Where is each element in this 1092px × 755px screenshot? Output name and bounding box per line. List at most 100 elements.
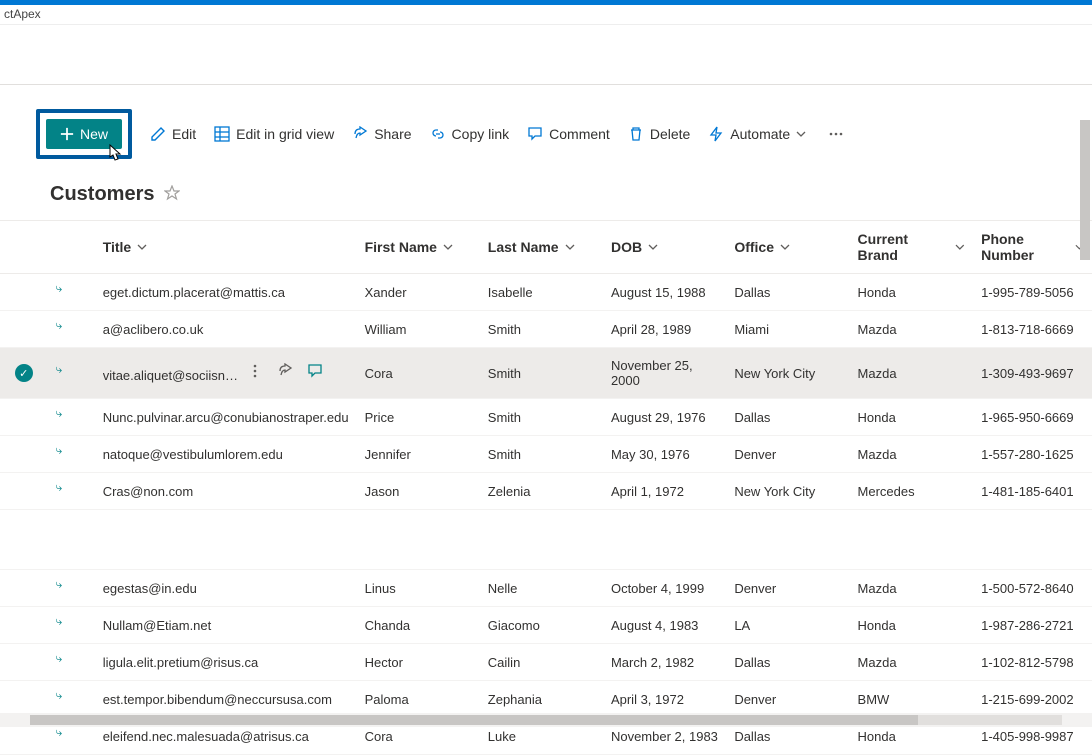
grid-icon: [214, 126, 230, 142]
edit-button[interactable]: Edit: [150, 126, 196, 142]
cell-brand: Honda: [850, 399, 974, 436]
vertical-scrollbar[interactable]: [1080, 120, 1090, 260]
cell-first: William: [357, 311, 480, 348]
cell-dob: April 1, 1972: [603, 473, 726, 510]
table-row[interactable]: ⤷ Cras@non.comJasonZeleniaApril 1, 1972Ne…: [0, 473, 1092, 510]
row-selected-icon[interactable]: ✓: [15, 364, 33, 382]
customers-table: Title First Name Last Name DOB Office Cu…: [0, 220, 1092, 755]
cell-last: Smith: [480, 348, 603, 399]
automate-button[interactable]: Automate: [708, 126, 806, 142]
cell-brand: Mercedes: [850, 473, 974, 510]
row-share-button[interactable]: [277, 363, 293, 382]
chevron-down-icon: [955, 242, 965, 252]
column-header-last-name[interactable]: Last Name: [480, 221, 603, 274]
item-link-icon: ⤷: [56, 688, 63, 703]
cell-first: Hector: [357, 644, 480, 681]
cell-title[interactable]: eget.dictum.placerat@mattis.ca: [95, 274, 357, 311]
cell-title[interactable]: egestas@in.edu: [95, 570, 357, 607]
edit-grid-button[interactable]: Edit in grid view: [214, 126, 334, 142]
row-comment-button[interactable]: [307, 363, 323, 382]
cell-office: Denver: [726, 681, 849, 718]
cell-title[interactable]: est.tempor.bibendum@neccursusa.com: [95, 681, 357, 718]
cell-phone: 1-813-718-6669: [973, 311, 1092, 348]
new-button[interactable]: New: [46, 119, 122, 149]
cell-last: Isabelle: [480, 274, 603, 311]
row-more-button[interactable]: [247, 363, 263, 382]
cell-title[interactable]: ligula.elit.pretium@risus.ca: [95, 644, 357, 681]
edit-grid-label: Edit in grid view: [236, 126, 334, 142]
new-button-label: New: [80, 126, 108, 142]
list-title: Customers: [50, 183, 154, 206]
cell-dob: August 4, 1983: [603, 607, 726, 644]
table-row[interactable]: ⤷egestas@in.eduLinusNelleOctober 4, 1999…: [0, 570, 1092, 607]
delete-button[interactable]: Delete: [628, 126, 690, 142]
cell-first: Jennifer: [357, 436, 480, 473]
horizontal-scrollbar[interactable]: [0, 713, 1092, 727]
cell-office: Denver: [726, 436, 849, 473]
cell-dob: March 2, 1982: [603, 644, 726, 681]
column-header-dob[interactable]: DOB: [603, 221, 726, 274]
chevron-down-icon: [796, 129, 806, 139]
favorite-toggle[interactable]: [164, 185, 180, 204]
cell-first: Cora: [357, 348, 480, 399]
table-row[interactable]: ⤷a@aclibero.co.ukWilliamSmithApril 28, 1…: [0, 311, 1092, 348]
cell-phone: 1-102-812-5798: [973, 644, 1092, 681]
table-row[interactable]: ⤷est.tempor.bibendum@neccursusa.comPalom…: [0, 681, 1092, 718]
plus-icon: [60, 127, 74, 141]
table-row[interactable]: ⤷ligula.elit.pretium@risus.caHectorCaili…: [0, 644, 1092, 681]
table-row[interactable]: ⤷Nullam@Etiam.netChandaGiacomoAugust 4, …: [0, 607, 1092, 644]
cell-brand: BMW: [850, 681, 974, 718]
cell-phone: 1-500-572-8640: [973, 570, 1092, 607]
column-header-brand[interactable]: Current Brand: [850, 221, 974, 274]
cell-dob: May 30, 1976: [603, 436, 726, 473]
item-link-icon: ⤷: [56, 281, 63, 296]
cell-office: New York City: [726, 473, 849, 510]
table-row[interactable]: ⤷ Nunc.pulvinar.arcu@conubianostraper.edu…: [0, 399, 1092, 436]
table-row[interactable]: ⤷eget.dictum.placerat@mattis.caXanderIsa…: [0, 274, 1092, 311]
cell-dob: April 3, 1972: [603, 681, 726, 718]
copy-link-button[interactable]: Copy link: [430, 126, 510, 142]
item-link-icon: ⤷: [56, 362, 63, 377]
copy-link-label: Copy link: [452, 126, 510, 142]
cell-brand: Mazda: [850, 348, 974, 399]
cell-last: Giacomo: [480, 607, 603, 644]
breadcrumb: ctApex: [0, 5, 1092, 25]
automate-label: Automate: [730, 126, 790, 142]
chevron-down-icon: [137, 242, 147, 252]
cell-first: Jason: [357, 473, 480, 510]
cell-last: Smith: [480, 399, 603, 436]
share-button[interactable]: Share: [352, 126, 411, 142]
cell-office: Dallas: [726, 644, 849, 681]
table-row[interactable]: ✓⤷vitae.aliquet@sociisnato…CoraSmithNove…: [0, 348, 1092, 399]
item-link-icon: ⤷: [56, 480, 63, 495]
breadcrumb-text: ctApex: [4, 7, 41, 21]
cell-title[interactable]: natoque@vestibulumlorem.edu: [95, 436, 357, 473]
cell-title[interactable]: Nullam@Etiam.net: [95, 607, 357, 644]
cell-title[interactable]: vitae.aliquet@sociisnato…: [95, 348, 357, 399]
column-header-first-name[interactable]: First Name: [357, 221, 480, 274]
cell-title[interactable]: Nunc.pulvinar.arcu@conubianostraper.edu: [95, 399, 357, 436]
cell-last: Zelenia: [480, 473, 603, 510]
item-link-icon: ⤷: [56, 614, 63, 629]
more-actions-button[interactable]: [824, 122, 848, 146]
column-header-office[interactable]: Office: [726, 221, 849, 274]
column-header-title[interactable]: Title: [95, 221, 357, 274]
cell-first: Price: [357, 399, 480, 436]
cell-title[interactable]: a@aclibero.co.uk: [95, 311, 357, 348]
cell-title[interactable]: Cras@non.com: [95, 473, 357, 510]
cell-dob: October 4, 1999: [603, 570, 726, 607]
column-header-phone[interactable]: Phone Number: [973, 221, 1092, 274]
share-icon: [352, 126, 368, 142]
comment-button[interactable]: Comment: [527, 126, 610, 142]
cell-office: LA: [726, 607, 849, 644]
link-icon: [430, 126, 446, 142]
item-link-icon: ⤷: [56, 406, 63, 421]
cell-last: Smith: [480, 311, 603, 348]
cell-dob: August 15, 1988: [603, 274, 726, 311]
cell-last: Smith: [480, 436, 603, 473]
cell-office: Dallas: [726, 399, 849, 436]
table-row[interactable]: ⤷natoque@vestibulumlorem.eduJenniferSmit…: [0, 436, 1092, 473]
edit-label: Edit: [172, 126, 196, 142]
cell-dob: August 29, 1976: [603, 399, 726, 436]
cell-brand: Mazda: [850, 436, 974, 473]
